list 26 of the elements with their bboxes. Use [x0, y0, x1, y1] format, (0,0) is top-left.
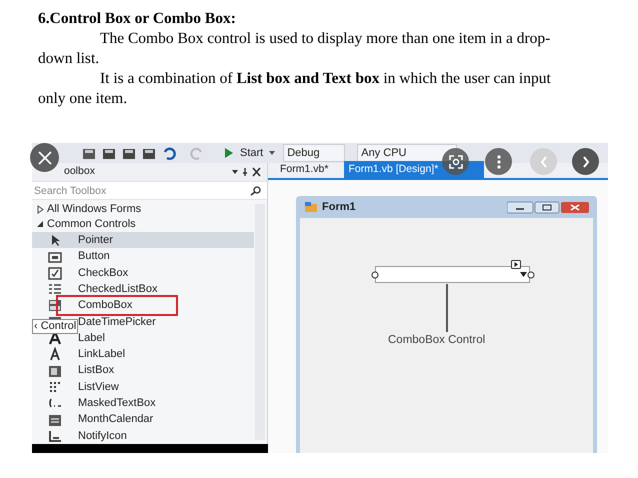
toolbox-item[interactable]: MonthCalendar [76, 411, 156, 428]
toolbox-item[interactable]: LinkLabel [76, 346, 128, 363]
toolbox-item[interactable]: MaskedTextBox [76, 395, 158, 412]
document-tab[interactable]: Form1.vb* [278, 161, 330, 178]
form-title: Form1 [322, 200, 357, 215]
start-button[interactable]: Start [240, 144, 264, 162]
slide-paragraph: The Combo Box control is used to display more than one item in a drop-down list. [38, 29, 552, 69]
slide-heading: 6.Control Box or Combo Box: [38, 9, 237, 29]
panel-title: oolbox [64, 164, 95, 180]
search-field[interactable]: Search Toolbox [32, 181, 267, 200]
configuration-dropdown[interactable]: Debug [283, 144, 346, 162]
toolbox-item[interactable]: ListView [76, 378, 121, 396]
toolbox-item[interactable]: ListBox [76, 362, 116, 379]
toolbox-item[interactable]: ComboBox [58, 297, 176, 314]
toolbox-group[interactable]: All Windows Forms [47, 201, 142, 218]
toolbox-item[interactable]: Button [76, 248, 112, 265]
toolbox-item[interactable]: DateTimePicker [76, 314, 158, 330]
toolbox-item[interactable]: Label [76, 330, 107, 346]
toolbox-item[interactable]: NotifyIcon [76, 428, 129, 444]
toolbox-item[interactable]: Pointer [76, 232, 115, 249]
tooltip: ‹ Control [32, 319, 78, 334]
callout-label: ComboBox Control [388, 333, 486, 348]
slide-paragraph: It is a combination of List box and Text box in which the user can input only one item. [38, 69, 552, 109]
toolbox-item[interactable]: CheckedListBox [76, 280, 160, 298]
toolbox-group[interactable]: Common Controls [47, 216, 136, 233]
toolbox-item[interactable]: CheckBox [76, 264, 130, 282]
